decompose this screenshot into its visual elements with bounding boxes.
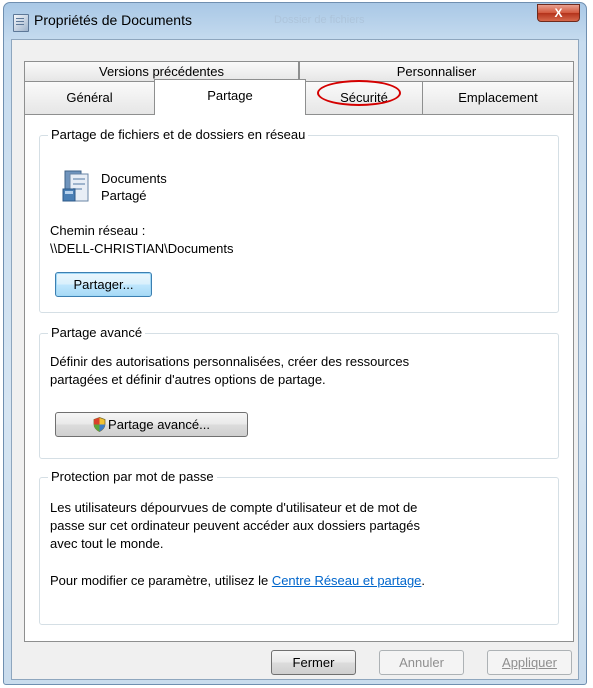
close-icon[interactable]: X: [537, 4, 580, 22]
group-label: Partage de fichiers et de dossiers en ré…: [48, 127, 309, 142]
folder-icon: [62, 170, 89, 202]
network-center-link[interactable]: Centre Réseau et partage: [272, 573, 422, 588]
properties-window: Propriétés de Documents Dossier de fichi…: [3, 2, 587, 685]
tab-personnaliser[interactable]: Personnaliser: [299, 61, 574, 81]
tab-versions-precedentes[interactable]: Versions précédentes: [24, 61, 299, 81]
advanced-sharing-button-label: Partage avancé...: [108, 417, 210, 432]
password-text-line3: avec tout le monde.: [50, 536, 164, 551]
group-password-protection: Protection par mot de passe Les utilisat…: [39, 469, 559, 625]
modify-setting-text: Pour modifier ce paramètre, utilisez le …: [50, 573, 425, 588]
cancel-button[interactable]: Annuler: [379, 650, 464, 675]
share-button[interactable]: Partager...: [55, 272, 152, 297]
close-button[interactable]: Fermer: [271, 650, 356, 675]
password-text-line1: Les utilisateurs dépourvues de compte d'…: [50, 500, 418, 515]
modify-prefix: Pour modifier ce paramètre, utilisez le: [50, 573, 272, 588]
apply-button-label: Appliquer: [502, 655, 557, 670]
tab-securite[interactable]: Sécurité: [305, 81, 423, 114]
advanced-description-line1: Définir des autorisations personnalisées…: [50, 354, 410, 369]
tab-partage[interactable]: Partage: [154, 79, 306, 115]
tab-panel-partage: Partage de fichiers et de dossiers en ré…: [24, 114, 574, 642]
group-advanced-sharing: Partage avancé Définir des autorisations…: [39, 325, 559, 459]
modify-suffix: .: [421, 573, 426, 588]
shield-icon: [93, 417, 106, 432]
folder-status: Partagé: [101, 188, 147, 203]
password-text-line2: passe sur cet ordinateur peuvent accéder…: [50, 518, 420, 533]
network-path-value: \\DELL-CHRISTIAN\Documents: [50, 241, 234, 256]
title-bar[interactable]: Propriétés de Documents Dossier de fichi…: [4, 3, 586, 37]
background-window-title: Dossier de fichiers: [274, 14, 365, 26]
advanced-sharing-button[interactable]: Partage avancé...: [55, 412, 248, 437]
network-path-label: Chemin réseau :: [50, 223, 146, 238]
group-label: Partage avancé: [48, 325, 146, 340]
window-title: Propriétés de Documents: [34, 12, 192, 28]
group-network-sharing: Partage de fichiers et de dossiers en ré…: [39, 127, 559, 313]
folder-name: Documents: [101, 171, 167, 186]
apply-button[interactable]: Appliquer: [487, 650, 572, 675]
group-label: Protection par mot de passe: [48, 469, 217, 484]
tab-general[interactable]: Général: [24, 81, 155, 114]
window-icon: [13, 14, 29, 32]
advanced-description-line2: partagées et définir d'autres options de…: [50, 372, 326, 387]
tab-emplacement[interactable]: Emplacement: [422, 81, 574, 114]
dialog-client-area: Versions précédentes Personnaliser Génér…: [11, 39, 579, 680]
